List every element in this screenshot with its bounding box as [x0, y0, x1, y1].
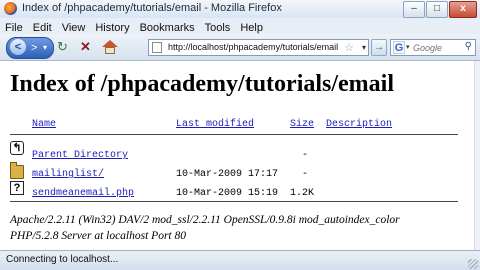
sendmeanemail-file-link[interactable]: sendmeanemail.php	[32, 188, 134, 199]
menu-help[interactable]: Help	[235, 21, 268, 34]
row-modified: 10-Mar-2009 17:17	[176, 169, 279, 180]
reload-button[interactable]: ↻	[57, 39, 68, 55]
row-modified: 10-Mar-2009 15:19	[176, 188, 279, 199]
page-content: Index of /phpacademy/tutorials/email Nam…	[0, 61, 474, 250]
maximize-button[interactable]: □	[426, 1, 448, 18]
resize-grip-icon[interactable]	[468, 259, 478, 269]
url-text[interactable]: http://localhost/phpacademy/tutorials/em…	[168, 42, 344, 52]
window-controls: – □ x	[403, 1, 477, 18]
close-button[interactable]: x	[449, 1, 477, 18]
server-signature-line-2: PHP/5.2.8 Server at localhost Port 80	[10, 230, 186, 242]
page-icon	[152, 42, 162, 53]
vertical-scrollbar[interactable]	[474, 61, 480, 250]
unknown-file-icon: ?	[10, 181, 24, 195]
navigation-toolbar: < > ▾ ↻ ✕ http://localhost/phpacademy/tu…	[0, 34, 480, 61]
back-button[interactable]: <	[10, 39, 26, 55]
footer-divider	[10, 201, 458, 202]
folder-icon	[10, 162, 24, 179]
minimize-button[interactable]: –	[403, 1, 425, 18]
firefox-icon	[4, 2, 17, 15]
search-icon[interactable]: ⚲	[465, 41, 472, 52]
sort-by-modified-link[interactable]: Last modified	[176, 119, 254, 130]
menu-file[interactable]: File	[0, 21, 28, 34]
stop-button[interactable]: ✕	[80, 39, 91, 55]
menu-history[interactable]: History	[90, 21, 134, 34]
page-heading: Index of /phpacademy/tutorials/email	[10, 71, 395, 97]
server-signature: Apache/2.2.11 (Win32) DAV/2 mod_ssl/2.2.…	[10, 212, 460, 244]
menu-bookmarks[interactable]: Bookmarks	[135, 21, 200, 34]
home-button[interactable]	[101, 39, 119, 55]
mailinglist-folder-link[interactable]: mailinglist/	[32, 169, 104, 180]
google-engine-icon[interactable]: G	[393, 41, 405, 54]
header-divider	[10, 134, 458, 135]
row-size: -	[302, 150, 309, 161]
sort-by-name-link[interactable]: Name	[32, 119, 56, 130]
url-bar[interactable]: http://localhost/phpacademy/tutorials/em…	[148, 39, 369, 56]
search-bar: G ▾ ⚲	[390, 39, 476, 56]
go-button[interactable]: →	[371, 39, 387, 56]
sort-by-description-link[interactable]: Description	[326, 119, 392, 130]
status-bar: Connecting to localhost...	[0, 250, 480, 270]
history-dropdown-icon[interactable]: ▾	[43, 41, 47, 55]
bookmark-star-icon[interactable]: ☆	[344, 41, 354, 54]
menu-view[interactable]: View	[57, 21, 91, 34]
row-size: 1.2K	[290, 188, 315, 199]
menu-tools[interactable]: Tools	[200, 21, 236, 34]
forward-button[interactable]: >	[31, 40, 37, 56]
parent-directory-link[interactable]: Parent Directory	[32, 150, 128, 161]
menu-bar: File Edit View History Bookmarks Tools Help	[0, 18, 480, 34]
server-signature-line-1: Apache/2.2.11 (Win32) DAV/2 mod_ssl/2.2.…	[10, 214, 400, 226]
window-title: Index of /phpacademy/tutorials/email - M…	[22, 2, 282, 14]
search-input[interactable]	[413, 41, 459, 54]
home-icon	[102, 40, 118, 47]
back-forward-group: < > ▾	[6, 37, 54, 59]
menu-edit[interactable]: Edit	[28, 21, 57, 34]
sort-by-size-link[interactable]: Size	[290, 119, 314, 130]
back-icon: ↰	[10, 141, 24, 155]
search-engine-dropdown-icon[interactable]: ▾	[406, 43, 410, 51]
row-size: -	[302, 169, 309, 180]
title-bar: Index of /phpacademy/tutorials/email - M…	[0, 0, 480, 19]
status-text: Connecting to localhost...	[6, 254, 119, 265]
url-dropdown-icon[interactable]: ▾	[362, 43, 366, 52]
